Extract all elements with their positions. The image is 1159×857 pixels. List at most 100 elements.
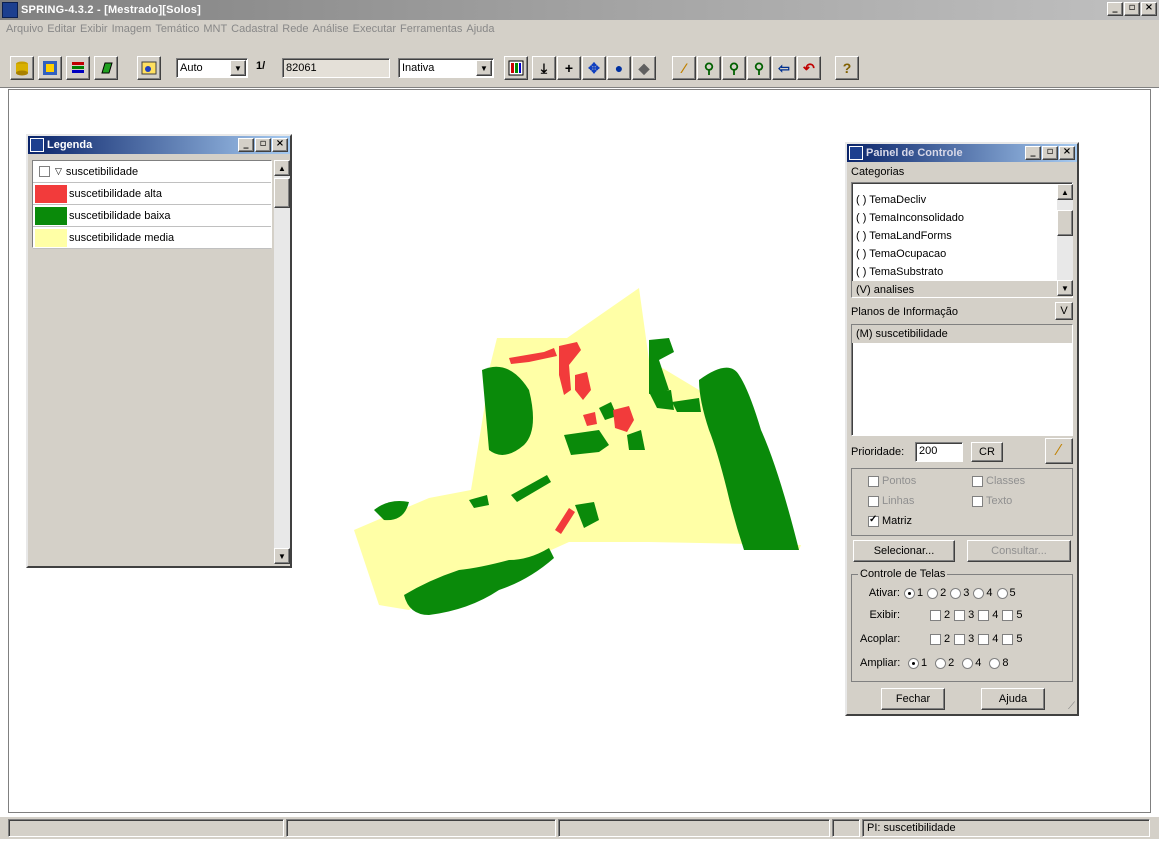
exibir-5[interactable]: 5 <box>1002 609 1023 621</box>
menu-mnt[interactable]: MNT <box>203 23 231 35</box>
acoplar-2[interactable]: 2 <box>930 633 950 645</box>
menu-tematico[interactable]: Temático <box>155 23 203 35</box>
zoom-area-icon[interactable]: ⚲ <box>747 56 771 80</box>
eraser-icon[interactable]: ◆ <box>632 56 656 80</box>
selecionar-button[interactable]: Selecionar... <box>853 540 955 562</box>
categoria-item[interactable]: ( ) TemaOcupacao <box>852 245 1072 263</box>
matriz-checkbox[interactable] <box>868 514 879 527</box>
color-table-icon[interactable] <box>504 56 528 80</box>
zoom-mode-select[interactable]: Auto ▼ <box>176 58 248 78</box>
display-icon[interactable] <box>137 56 161 80</box>
draw-icon[interactable]: ⤓ <box>532 56 556 80</box>
ampliar-2[interactable]: 2 <box>935 657 954 669</box>
legend-item-alta[interactable]: suscetibilidade alta <box>33 183 271 205</box>
pontos-checkbox[interactable] <box>868 475 879 487</box>
scroll-up-icon[interactable]: ▲ <box>274 160 290 176</box>
prioridade-input[interactable]: 200 <box>915 442 963 462</box>
categorias-scrollbar[interactable]: ▲ ▼ <box>1057 184 1073 296</box>
menu-imagem[interactable]: Imagem <box>112 23 156 35</box>
scale-input[interactable]: 82061 <box>282 58 390 78</box>
consultar-button[interactable]: Consultar... <box>967 540 1071 562</box>
undo-icon[interactable]: ↶ <box>797 56 821 80</box>
menu-arquivo[interactable]: Arquivo <box>6 23 47 35</box>
exibir-3[interactable]: 3 <box>954 609 974 621</box>
exibir-4[interactable]: 4 <box>978 609 998 621</box>
layers-icon[interactable] <box>66 56 90 80</box>
ampliar-8[interactable]: 8 <box>989 657 1009 669</box>
legend-item-media[interactable]: suscetibilidade media <box>33 227 271 249</box>
collapse-icon[interactable]: ▽ <box>55 166 62 177</box>
menu-rede[interactable]: Rede <box>282 23 312 35</box>
exibir-2[interactable]: 2 <box>930 609 950 621</box>
ampliar-1[interactable]: 1 <box>908 657 927 669</box>
scroll-thumb[interactable] <box>274 178 290 208</box>
minimize-button[interactable]: _ <box>1107 2 1123 16</box>
menu-exibir[interactable]: Exibir <box>80 23 112 35</box>
zoom-in-icon[interactable]: ⚲ <box>697 56 721 80</box>
resize-grip-icon[interactable]: ⟋ <box>1068 701 1075 712</box>
scroll-down-icon[interactable]: ▼ <box>1057 280 1073 296</box>
zoom-out-icon[interactable]: ⚲ <box>722 56 746 80</box>
cursor-mode-select[interactable]: Inativa ▼ <box>398 58 494 78</box>
layer-checkbox[interactable] <box>39 166 50 177</box>
project-icon[interactable] <box>38 56 62 80</box>
ampliar-4[interactable]: 4 <box>962 657 981 669</box>
chevron-down-icon[interactable]: ▼ <box>476 60 492 76</box>
cursor-cross-icon[interactable]: + <box>557 56 581 80</box>
minimize-button[interactable]: _ <box>1025 146 1041 160</box>
ativar-5[interactable]: 5 <box>996 587 1016 599</box>
linhas-option[interactable]: Linhas <box>868 495 914 507</box>
pencil-icon[interactable]: ⁄ <box>1045 438 1073 464</box>
ativar-2[interactable]: 2 <box>927 587 946 599</box>
info-icon[interactable]: ● <box>607 56 631 80</box>
legend-item-baixa[interactable]: suscetibilidade baixa <box>33 205 271 227</box>
legend-layer-row[interactable]: ▽ suscetibilidade <box>33 161 271 183</box>
classes-option[interactable]: Classes <box>972 475 1025 487</box>
linhas-checkbox[interactable] <box>868 495 879 507</box>
acoplar-5[interactable]: 5 <box>1002 633 1023 645</box>
matriz-option[interactable]: Matriz <box>868 514 912 527</box>
menu-ajuda[interactable]: Ajuda <box>466 23 498 35</box>
help-icon[interactable]: ? <box>835 56 859 80</box>
pencil-icon[interactable]: ⁄ <box>672 56 696 80</box>
menu-cadastral[interactable]: Cadastral <box>231 23 282 35</box>
pontos-option[interactable]: Pontos <box>868 475 916 487</box>
scroll-down-icon[interactable]: ▼ <box>274 548 290 564</box>
fechar-button[interactable]: Fechar <box>881 688 945 710</box>
arrow-left-icon[interactable]: ⇦ <box>772 56 796 80</box>
planos-visibility-button[interactable]: V <box>1055 302 1073 320</box>
chevron-down-icon[interactable]: ▼ <box>230 60 246 76</box>
maximize-button[interactable]: ▫ <box>255 138 271 152</box>
categoria-item-selected[interactable]: (V) analises <box>852 281 1072 297</box>
menu-executar[interactable]: Executar <box>353 23 400 35</box>
plane-icon[interactable] <box>94 56 118 80</box>
texto-checkbox[interactable] <box>972 495 983 507</box>
plano-item-selected[interactable]: (M) suscetibilidade <box>852 325 1072 343</box>
menu-editar[interactable]: Editar <box>47 23 80 35</box>
texto-option[interactable]: Texto <box>972 495 1012 507</box>
minimize-button[interactable]: _ <box>238 138 254 152</box>
close-button[interactable]: × <box>1141 2 1157 16</box>
menu-analise[interactable]: Análise <box>313 23 353 35</box>
database-icon[interactable] <box>10 56 34 80</box>
scroll-up-icon[interactable]: ▲ <box>1057 184 1073 200</box>
scroll-thumb[interactable] <box>1057 210 1073 236</box>
close-button[interactable]: × <box>1059 146 1075 160</box>
categoria-item[interactable]: ( ) TemaInconsolidado <box>852 209 1072 227</box>
categoria-item[interactable]: ( ) TemaSubstrato <box>852 263 1072 281</box>
acoplar-3[interactable]: 3 <box>954 633 974 645</box>
categoria-item[interactable]: ( ) TemaLandForms <box>852 227 1072 245</box>
ajuda-button[interactable]: Ajuda <box>981 688 1045 710</box>
categoria-item[interactable]: ( ) TemaDecliv <box>852 191 1072 209</box>
pan-icon[interactable]: ✥ <box>582 56 606 80</box>
maximize-button[interactable]: ▫ <box>1124 2 1140 16</box>
maximize-button[interactable]: ▫ <box>1042 146 1058 160</box>
acoplar-4[interactable]: 4 <box>978 633 998 645</box>
cr-button[interactable]: CR <box>971 442 1003 462</box>
ativar-3[interactable]: 3 <box>950 587 969 599</box>
classes-checkbox[interactable] <box>972 475 983 487</box>
menu-ferramentas[interactable]: Ferramentas <box>400 23 466 35</box>
close-button[interactable]: × <box>272 138 288 152</box>
ativar-1[interactable]: 1 <box>904 587 923 599</box>
legend-scrollbar[interactable]: ▲ ▼ <box>274 160 290 564</box>
